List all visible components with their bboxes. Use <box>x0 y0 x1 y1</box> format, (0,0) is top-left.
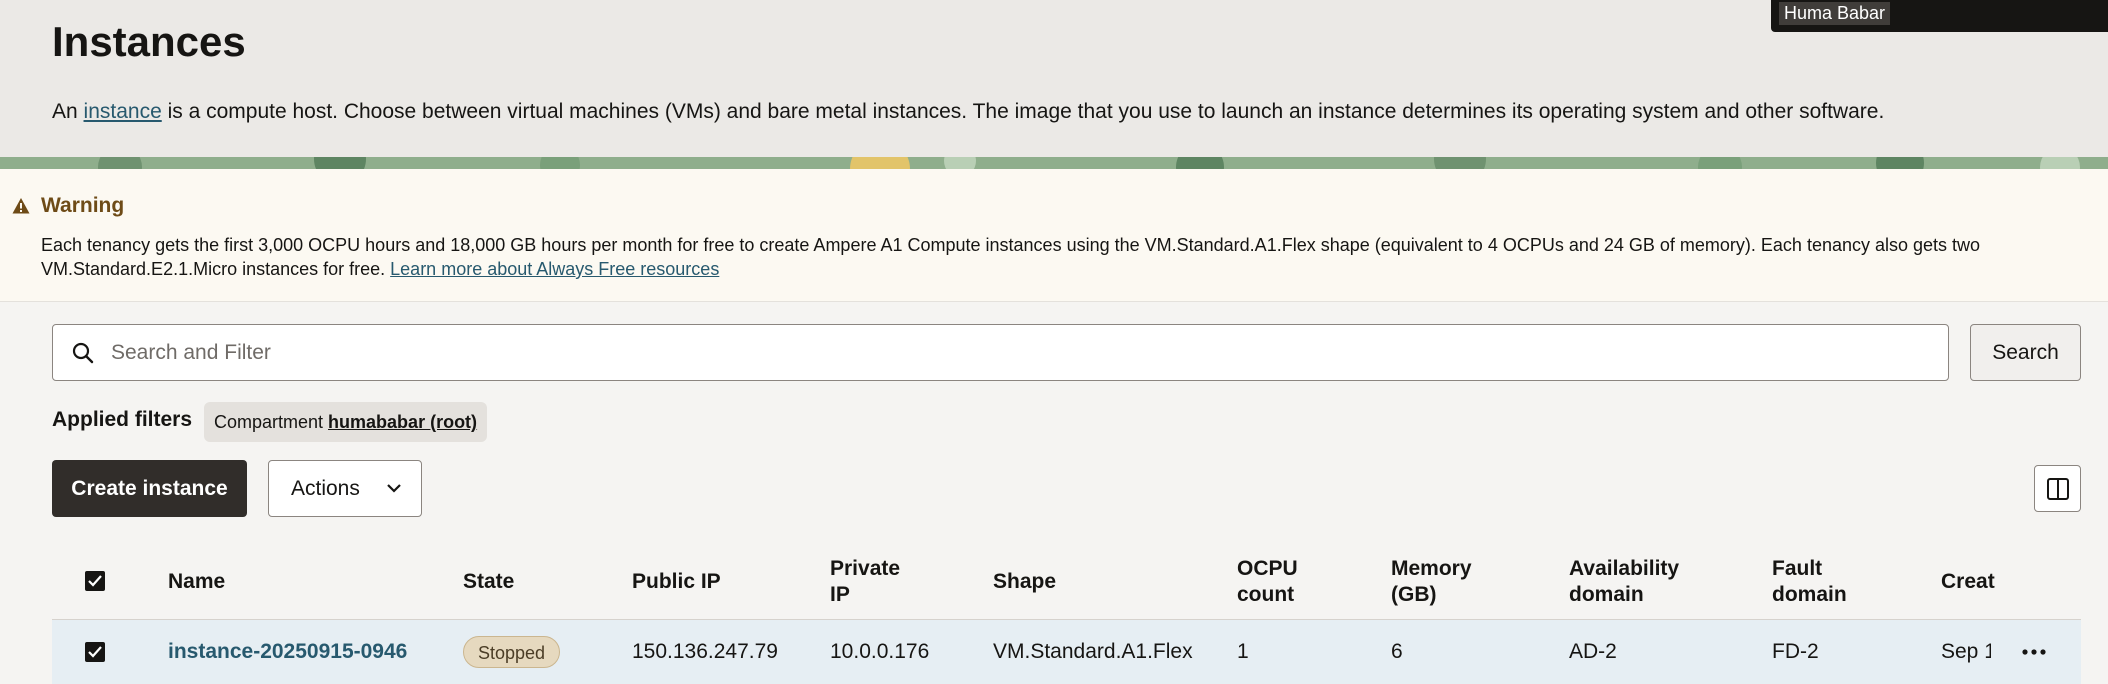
instances-table: Name State Public IP Private IP Shape OCP… <box>52 548 2081 684</box>
cell-state: Stopped <box>463 620 561 684</box>
instance-name-link[interactable]: instance-20250915-0946 <box>168 640 407 663</box>
page-header: Instances An instance is a compute host.… <box>0 0 2108 157</box>
cell-fault-domain: FD-2 <box>1772 640 1819 663</box>
search-button[interactable]: Search <box>1970 324 2081 381</box>
column-header-name[interactable]: Name <box>168 569 225 595</box>
table-row[interactable]: instance-20250915-0946 Stopped 150.136.2… <box>52 620 2081 684</box>
cell-shape: VM.Standard.A1.Flex <box>993 640 1193 663</box>
actions-label: Actions <box>291 476 360 500</box>
create-instance-button[interactable]: Create instance <box>52 460 247 517</box>
checkmark-icon <box>88 575 102 587</box>
more-actions-icon[interactable] <box>2018 636 2050 668</box>
user-badge: Huma Babar <box>1771 0 2108 32</box>
cell-name: instance-20250915-0946 <box>168 620 407 684</box>
column-header-fault-domain[interactable]: Fault domain <box>1772 556 1847 608</box>
actions-menu-button[interactable]: Actions <box>268 460 422 517</box>
column-header-public-ip[interactable]: Public IP <box>632 569 721 595</box>
column-header-created[interactable]: Creat <box>1941 569 1997 595</box>
select-all-checkbox[interactable] <box>85 571 105 591</box>
warning-text: Each tenancy gets the first 3,000 OCPU h… <box>41 235 1981 279</box>
column-header-ocpu-count[interactable]: OCPU count <box>1237 556 1298 608</box>
page-description: An instance is a compute host. Choose be… <box>52 100 1885 123</box>
column-header-shape[interactable]: Shape <box>993 569 1056 595</box>
columns-icon <box>2047 478 2069 500</box>
user-name: Huma Babar <box>1779 2 1891 25</box>
always-free-link[interactable]: Learn more about Always Free resources <box>390 259 719 279</box>
column-header-memory[interactable]: Memory (GB) <box>1391 556 1472 608</box>
column-header-availability-domain[interactable]: Availability domain <box>1569 556 1679 608</box>
compartment-filter-chip[interactable]: Compartment humababar (root) <box>204 402 488 442</box>
table-header: Name State Public IP Private IP Shape OCP… <box>52 548 2081 620</box>
cell-created: Sep 1 <box>1941 640 1991 663</box>
chevron-down-icon <box>387 484 401 493</box>
column-header-state[interactable]: State <box>463 569 514 595</box>
search-input[interactable] <box>111 325 1931 380</box>
page-title: Instances <box>52 18 246 65</box>
cell-memory: 6 <box>1391 640 1403 663</box>
compartment-filter-value[interactable]: humababar (root) <box>328 412 477 432</box>
decorative-banner <box>0 157 2108 169</box>
row-checkbox[interactable] <box>85 642 105 662</box>
cell-public-ip: 150.136.247.79 <box>632 640 778 663</box>
manage-columns-button[interactable] <box>2034 465 2081 512</box>
instance-doc-link[interactable]: instance <box>84 100 162 123</box>
checkmark-icon <box>88 646 102 658</box>
search-field[interactable] <box>52 324 1949 381</box>
warning-panel: Warning Each tenancy gets the first 3,00… <box>0 169 2108 302</box>
warning-triangle-icon <box>12 198 30 214</box>
cell-availability-domain: AD-2 <box>1569 640 1617 663</box>
applied-filters-label: Applied filters <box>52 408 193 431</box>
status-badge: Stopped <box>463 636 561 669</box>
cell-private-ip: 10.0.0.176 <box>830 640 930 663</box>
warning-title: Warning <box>41 194 125 217</box>
search-icon <box>72 342 94 364</box>
cell-ocpu-count: 1 <box>1237 640 1249 663</box>
column-header-private-ip[interactable]: Private IP <box>830 556 900 608</box>
